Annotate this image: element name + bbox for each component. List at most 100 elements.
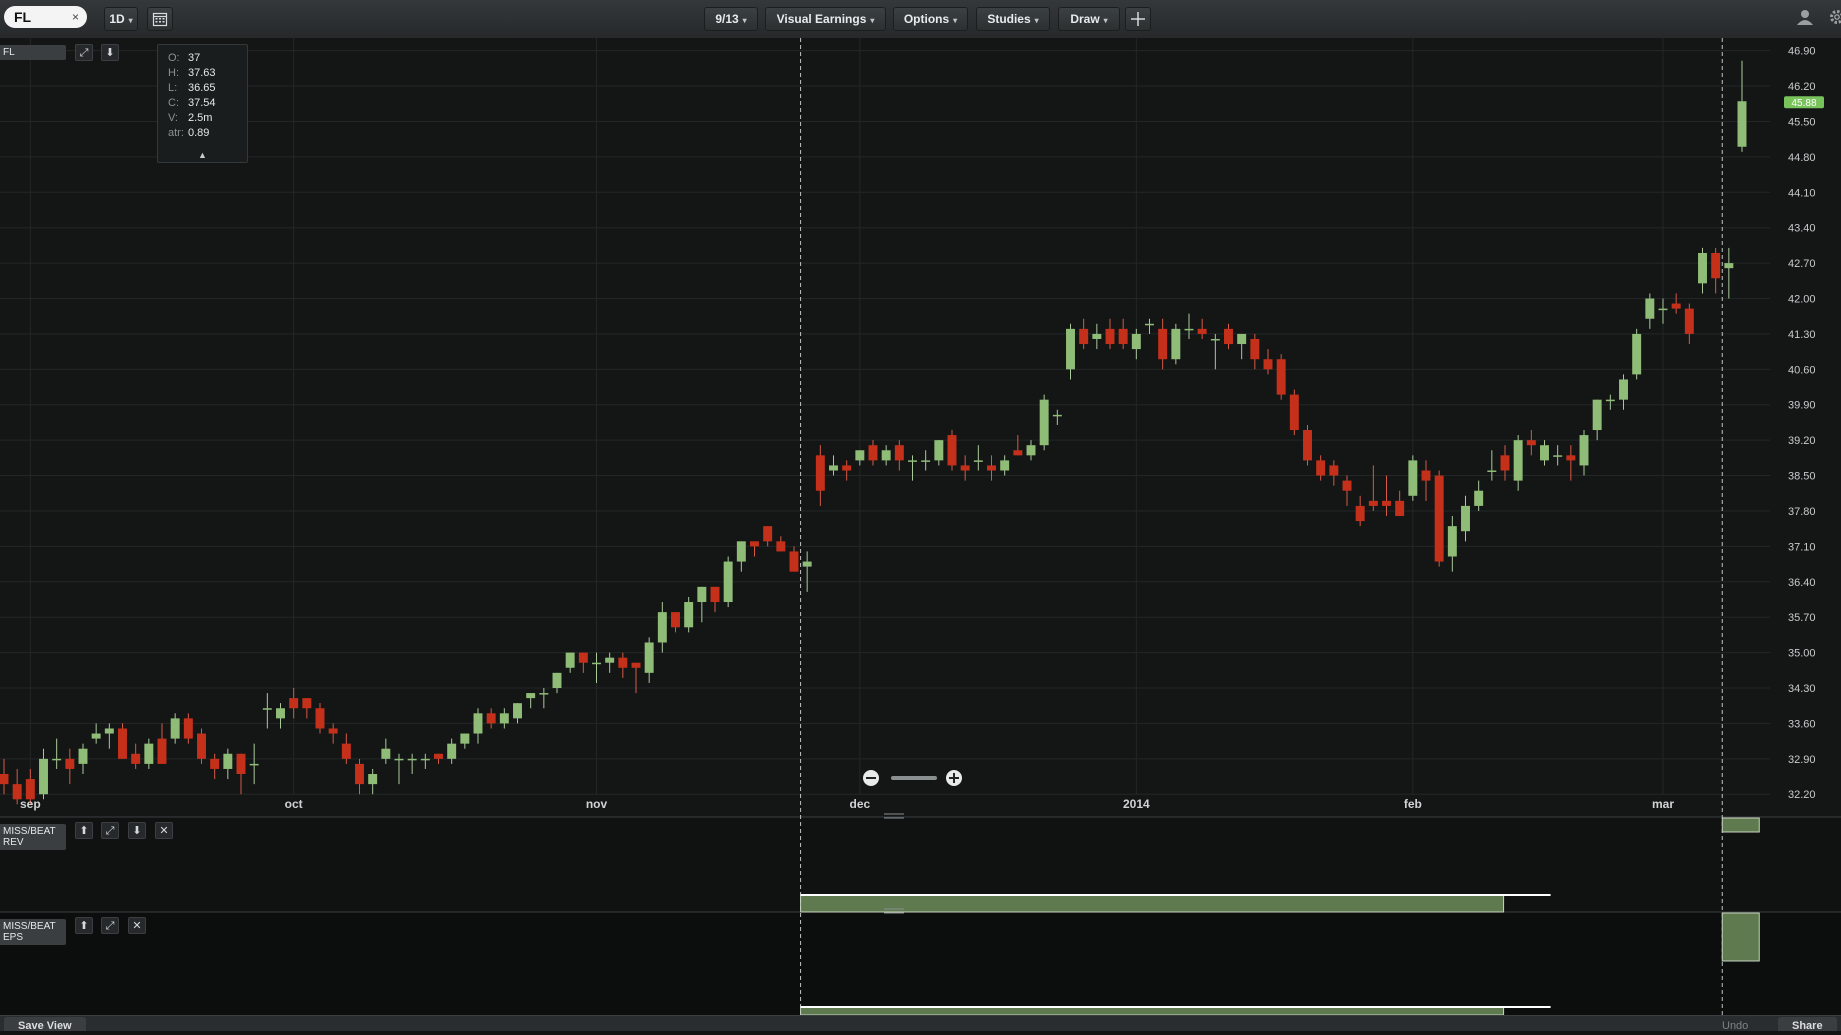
y-tick-label: 32.20	[1788, 789, 1816, 801]
move-up-icon[interactable]: ⬆	[75, 917, 93, 934]
y-tick-label: 33.60	[1788, 718, 1816, 730]
gear-icon[interactable]	[1828, 8, 1841, 31]
calendar-button[interactable]	[147, 7, 173, 31]
candle-body	[263, 708, 272, 710]
eps-panel-bg	[0, 912, 1841, 1015]
close-icon[interactable]: ✕	[128, 917, 146, 934]
main-panel-bg	[0, 38, 1841, 817]
candle-body	[302, 698, 311, 708]
ohlc-key: H:	[168, 66, 188, 80]
collapse-icon[interactable]: ▲	[198, 150, 207, 160]
close-icon[interactable]: ✕	[155, 822, 173, 839]
candle-body	[1250, 339, 1259, 359]
save-view-button[interactable]: Save View	[4, 1017, 86, 1031]
ohlc-value: 2.5m	[188, 112, 212, 124]
candle-body	[131, 754, 140, 764]
candle-body	[1435, 476, 1444, 562]
move-down-icon[interactable]: ⬇	[128, 822, 146, 839]
candle-body	[1171, 329, 1180, 359]
candle-body	[447, 744, 456, 759]
y-tick-label: 46.20	[1788, 81, 1816, 93]
clear-symbol-icon[interactable]: ×	[72, 6, 79, 28]
interval-dropdown[interactable]: 1D▾	[104, 7, 138, 31]
candle-body	[1040, 400, 1049, 446]
candle-body	[711, 587, 720, 602]
studies-label: Studies	[987, 12, 1030, 26]
chevron-down-icon: ▾	[1035, 16, 1039, 25]
symbol-input[interactable]: FL ×	[4, 6, 87, 28]
x-tick-label: feb	[1404, 797, 1422, 811]
draw-dropdown[interactable]: Draw▾	[1058, 7, 1120, 31]
candle-body	[408, 759, 417, 761]
y-tick-label: 37.80	[1788, 506, 1816, 518]
crosshair-button[interactable]	[1125, 7, 1151, 31]
eps-panel-tag: MISS/BEAT EPS	[0, 919, 66, 945]
candle-body	[1106, 329, 1115, 344]
symbol-tag: FL	[0, 45, 66, 60]
ohlc-row: C:37.54	[168, 96, 216, 110]
expand-icon[interactable]: ⤢	[101, 822, 119, 839]
candle-body	[1698, 253, 1707, 283]
ohlc-key: L:	[168, 81, 188, 95]
symbol-tag-label: FL	[3, 47, 15, 58]
calendar-icon	[152, 11, 168, 27]
candle-body	[210, 759, 219, 769]
price-chart[interactable]: 46.9046.2045.5044.8044.1043.4042.7042.00…	[0, 38, 1841, 1015]
options-dropdown[interactable]: Options▾	[893, 7, 968, 31]
share-button[interactable]: Share	[1778, 1017, 1837, 1031]
y-tick-label: 40.60	[1788, 364, 1816, 376]
candle-body	[0, 774, 8, 784]
candle-body	[1198, 329, 1207, 334]
candle-body	[1369, 501, 1378, 506]
move-up-icon[interactable]: ⬆	[75, 822, 93, 839]
crosshair-icon	[1130, 11, 1146, 27]
top-toolbar: FL × 1D▾ 9/13▾ Visual Earnings▾ Options▾…	[0, 0, 1841, 39]
expand-icon[interactable]: ⤢	[101, 917, 119, 934]
candle-body	[434, 754, 443, 759]
candle-body	[671, 612, 680, 627]
visual-earnings-dropdown[interactable]: Visual Earnings▾	[765, 7, 886, 31]
candle-body	[961, 465, 970, 470]
candle-body	[1079, 329, 1088, 344]
candle-body	[1580, 435, 1589, 465]
candle-body	[184, 718, 193, 738]
expand-icon[interactable]: ⤢	[75, 44, 93, 61]
x-tick-label: mar	[1652, 797, 1674, 811]
candle-body	[592, 663, 601, 665]
candle-body	[1461, 506, 1470, 531]
candle-body	[421, 759, 430, 761]
candle-body	[158, 739, 167, 764]
candle-body	[460, 734, 469, 744]
candle-body	[1092, 334, 1101, 339]
user-icon[interactable]	[1796, 8, 1814, 31]
ohlc-row: V:2.5m	[168, 111, 212, 125]
candle-body	[737, 541, 746, 561]
candle-body	[144, 744, 153, 764]
y-tick-label: 37.10	[1788, 541, 1816, 553]
undo-button[interactable]: Undo	[1722, 1017, 1748, 1035]
candle-body	[237, 754, 246, 774]
date-dropdown[interactable]: 9/13▾	[704, 7, 758, 31]
move-down-icon[interactable]: ⬇	[101, 44, 119, 61]
candle-body	[882, 450, 891, 460]
candle-body	[921, 460, 930, 462]
y-tick-label: 42.70	[1788, 258, 1816, 270]
x-tick-label: nov	[586, 797, 608, 811]
candle-body	[1553, 455, 1562, 457]
candle-body	[1066, 329, 1075, 369]
y-tick-label: 32.90	[1788, 754, 1816, 766]
x-tick-label: 2014	[1123, 797, 1150, 811]
rev-tag-line1: MISS/BEAT	[3, 826, 63, 837]
candle-body	[1448, 526, 1457, 556]
rev-panel-tag: MISS/BEAT REV	[0, 824, 66, 850]
candle-body	[65, 759, 74, 769]
candle-body	[381, 749, 390, 759]
zoom-slider[interactable]	[891, 776, 937, 780]
ohlc-key: C:	[168, 96, 188, 110]
studies-dropdown[interactable]: Studies ▾	[976, 7, 1050, 31]
candle-body	[750, 541, 759, 546]
candle-body	[1237, 334, 1246, 344]
candle-body	[1501, 455, 1510, 470]
candle-body	[1619, 379, 1628, 399]
candle-body	[355, 764, 364, 784]
